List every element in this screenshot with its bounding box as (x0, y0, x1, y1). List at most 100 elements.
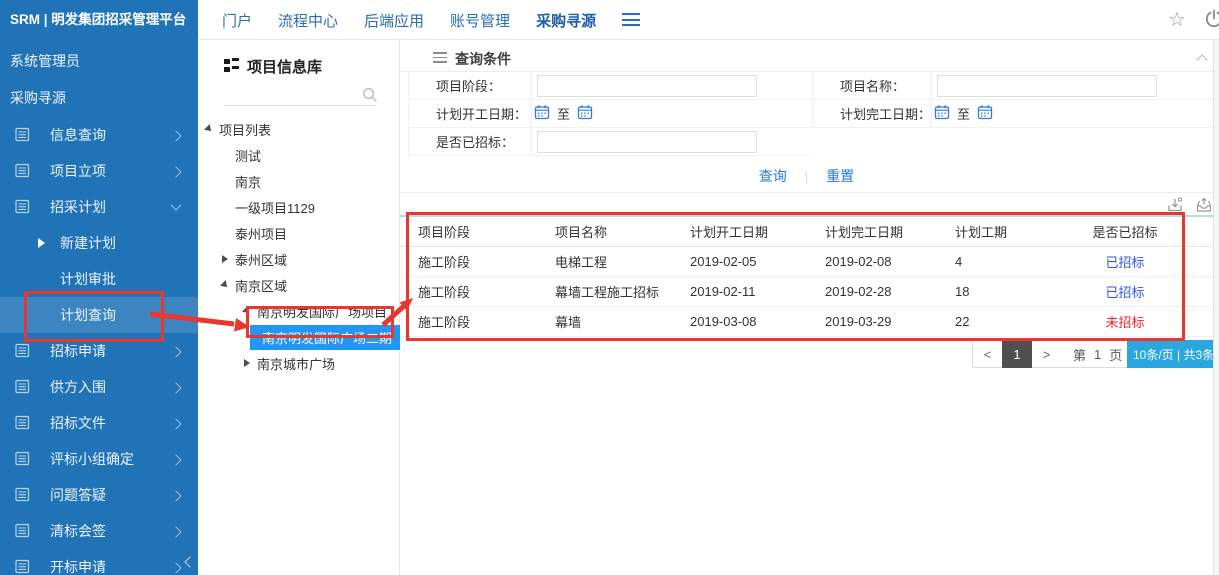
query-section-header: 查询条件 (400, 44, 1213, 72)
tree-expanded-icon[interactable] (204, 124, 214, 134)
tree-node-label: 测试 (235, 146, 261, 165)
tree-node-label: 一级项目1129 (235, 198, 315, 217)
chevron-right-icon (170, 346, 181, 357)
calendar-icon[interactable] (934, 104, 950, 123)
prev-page-button[interactable]: < (973, 341, 1002, 367)
tree-node-label: 南京 (235, 172, 261, 191)
sidebar-item-bid-clarify[interactable]: 清标会签 (0, 513, 198, 549)
tree-panel-header: 项目信息库 (224, 56, 322, 77)
tree-collapsed-icon[interactable] (222, 255, 228, 263)
document-icon (14, 522, 31, 539)
sidebar-item-label: 供方入围 (50, 377, 106, 397)
sidebar-item-tender-docs[interactable]: 招标文件 (0, 405, 198, 441)
tree-node-level1-1129[interactable]: 一级项目1129 (198, 194, 400, 220)
status-link-untendered[interactable]: 未招标 (1065, 312, 1185, 331)
download-icon[interactable] (1166, 196, 1184, 214)
cell-stage: 施工阶段 (418, 282, 555, 301)
favorite-star-icon[interactable]: ☆ (1168, 7, 1186, 32)
nav-backend-apps[interactable]: 后端应用 (364, 10, 424, 31)
button-divider: | (805, 169, 808, 184)
table-row[interactable]: 施工阶段 幕墙 2019-03-08 2019-03-29 22 未招标 (400, 307, 1213, 337)
calendar-icon[interactable] (534, 104, 550, 123)
sidebar-item-plan-query[interactable]: 计划查询 (0, 297, 198, 333)
tendered-input[interactable] (537, 131, 757, 153)
calendar-icon[interactable] (577, 104, 593, 123)
pagination: < 1 > 第 1 页 (972, 340, 1135, 368)
tree-collapsed-icon[interactable] (244, 359, 250, 367)
nav-procurement-sourcing[interactable]: 采购寻源 (536, 10, 596, 31)
next-page-button[interactable]: > (1032, 341, 1061, 367)
tree-search-input[interactable] (224, 84, 376, 106)
query-buttons-row: 查询 | 重置 (400, 160, 1213, 193)
project-stage-input[interactable] (537, 75, 757, 97)
tree-node-taizhou-project[interactable]: 泰州项目 (198, 220, 400, 246)
page-jump: 第 1 页 (1061, 345, 1134, 364)
sidebar-item-plan-approval[interactable]: 计划审批 (0, 261, 198, 297)
chevron-down-icon (170, 199, 181, 210)
col-header[interactable]: 计划开工日期 (690, 222, 825, 241)
tree-node-test[interactable]: 测试 (198, 142, 400, 168)
tree-node-project-list[interactable]: 项目列表 (198, 116, 400, 142)
page-jump-input[interactable]: 1 (1094, 347, 1101, 362)
sidebar-item-qa[interactable]: 问题答疑 (0, 477, 198, 513)
logout-power-icon[interactable] (1204, 9, 1219, 32)
status-link-tendered[interactable]: 已招标 (1065, 282, 1185, 301)
col-header[interactable]: 项目阶段 (418, 222, 555, 241)
table-row[interactable]: 施工阶段 幕墙工程施工招标 2019-02-11 2019-02-28 18 已… (400, 277, 1213, 307)
col-header[interactable]: 计划工期 (955, 222, 1065, 241)
table-row[interactable]: 施工阶段 电梯工程 2019-02-05 2019-02-08 4 已招标 (400, 247, 1213, 277)
sidebar-item-project-setup[interactable]: 项目立项 (0, 153, 198, 189)
document-icon (14, 126, 31, 143)
sidebar-item-info-query[interactable]: 信息查询 (0, 117, 198, 153)
plan-end-label: 计划完工日期： (812, 100, 932, 128)
hamburger-menu-icon[interactable] (622, 13, 640, 27)
tree-node-mingfa-plaza-project[interactable]: 南京明发国际广场项目 (198, 298, 400, 324)
status-link-tendered[interactable]: 已招标 (1065, 252, 1185, 271)
page-size-summary-badge[interactable]: 10条/页 | 共3条 (1127, 340, 1219, 368)
collapse-up-icon[interactable] (1196, 54, 1207, 65)
sidebar-item-label: 信息查询 (50, 125, 106, 145)
sidebar-item-new-plan[interactable]: 新建计划 (0, 225, 198, 261)
sidebar-item-label: 招标申请 (50, 341, 106, 361)
tree-node-nanjing[interactable]: 南京 (198, 168, 400, 194)
sidebar-item-tender-plan[interactable]: 招采计划 (0, 189, 198, 225)
scrollbar[interactable] (1213, 40, 1219, 575)
chevron-right-icon (170, 166, 181, 177)
tree-expanded-icon[interactable] (220, 280, 230, 290)
tree-node-mingfa-plaza-phase2[interactable]: 南京明发国际广场二期 (198, 324, 400, 350)
tree-node-nanjing-region[interactable]: 南京区域 (198, 272, 400, 298)
sidebar-item-label: 招标文件 (50, 413, 106, 433)
tree-node-label: 泰州区域 (235, 250, 287, 269)
export-tray-icon[interactable] (1195, 196, 1213, 214)
calendar-icon[interactable] (977, 104, 993, 123)
project-name-input[interactable] (937, 75, 1157, 97)
col-header[interactable]: 计划完工日期 (825, 222, 955, 241)
chevron-right-icon (170, 130, 181, 141)
tree-node-label-selected[interactable]: 南京明发国际广场二期 (250, 325, 404, 350)
sidebar-item-bid-open[interactable]: 开标申请 (0, 549, 198, 575)
document-icon (14, 198, 31, 215)
nav-account-mgmt[interactable]: 账号管理 (450, 10, 510, 31)
nav-portal[interactable]: 门户 (222, 10, 252, 31)
tree-node-taizhou-region[interactable]: 泰州区域 (198, 246, 400, 272)
current-page-button[interactable]: 1 (1002, 340, 1032, 368)
reset-button[interactable]: 重置 (826, 166, 854, 186)
tree-node-nanjing-city-plaza[interactable]: 南京城市广场 (198, 350, 400, 376)
cell-name: 幕墙 (555, 312, 690, 331)
cell-duration: 18 (955, 284, 1065, 299)
sidebar-item-label: 计划查询 (60, 305, 116, 325)
cell-name: 幕墙工程施工招标 (555, 282, 690, 301)
project-tree: 项目列表 测试 南京 一级项目1129 泰州项目 泰州区域 南京区域 南京明发国… (198, 116, 400, 376)
tree-expanded-icon[interactable] (242, 306, 252, 316)
sidebar-item-tender-apply[interactable]: 招标申请 (0, 333, 198, 369)
col-header[interactable]: 是否已招标 (1065, 222, 1185, 241)
sidebar-item-supplier-shortlist[interactable]: 供方入围 (0, 369, 198, 405)
search-icon[interactable] (362, 87, 378, 103)
nav-process-center[interactable]: 流程中心 (278, 10, 338, 31)
sidebar-item-eval-team[interactable]: 评标小组确定 (0, 441, 198, 477)
col-header[interactable]: 项目名称 (555, 222, 690, 241)
chevron-right-icon (170, 418, 181, 429)
search-button[interactable]: 查询 (759, 166, 787, 186)
sidebar-module-label[interactable]: 采购寻源 (10, 88, 66, 108)
topbar: 门户 流程中心 后端应用 账号管理 采购寻源 ☆ (198, 0, 1219, 40)
